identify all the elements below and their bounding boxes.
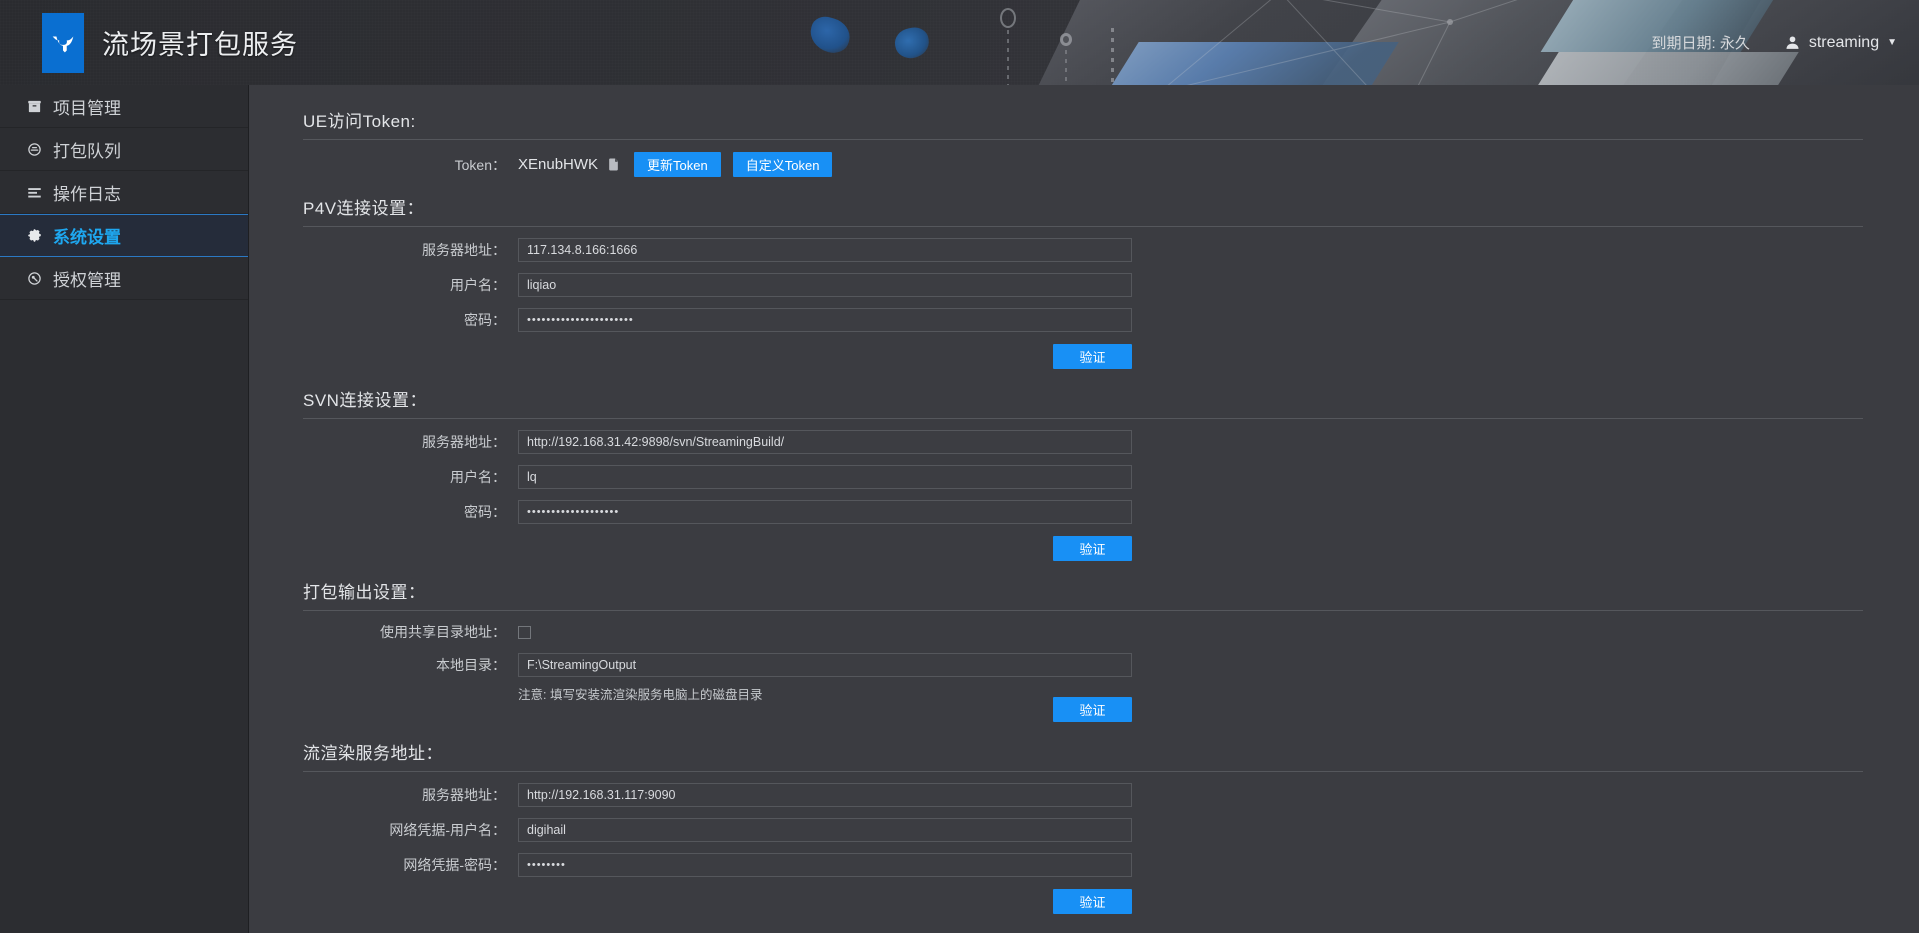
token-value: XEnubHWK (518, 156, 599, 173)
header-ring-1 (1000, 8, 1016, 28)
p4v-username-input[interactable] (518, 273, 1132, 297)
svn-verify-button[interactable]: 验证 (1053, 536, 1132, 561)
sidebar-item-label: 项目管理 (53, 99, 121, 118)
header-dotted-line-3 (1111, 28, 1114, 85)
render-server-label: 服务器地址： (422, 787, 506, 803)
p4v-section-title: P4V连接设置： (303, 194, 1863, 227)
ue-token-section-title: UE访问Token: (303, 107, 1863, 140)
svn-username-input[interactable] (518, 465, 1132, 489)
render-verify-row: 验证 (303, 889, 1863, 914)
p4v-password-label: 密码： (464, 312, 506, 328)
share-dir-checkbox[interactable] (518, 625, 531, 639)
app-logo (42, 12, 84, 73)
render-password-row: 网络凭据-密码： (303, 853, 1863, 877)
svn-server-label: 服务器地址： (422, 434, 506, 450)
user-icon (1784, 34, 1801, 51)
header-blue-blob-2 (892, 25, 932, 61)
token-row: Token： XEnubHWK 更新Token 自定义Token (303, 152, 1863, 177)
p4v-verify-button[interactable]: 验证 (1053, 344, 1132, 369)
sidebar-item-label: 打包队列 (53, 142, 121, 161)
render-verify-button[interactable]: 验证 (1053, 889, 1132, 914)
sidebar-item-operation-log[interactable]: 操作日志 (0, 171, 248, 214)
svn-password-label: 密码： (464, 504, 506, 520)
output-verify-button[interactable]: 验证 (1053, 697, 1132, 722)
sidebar-item-project-management[interactable]: 项目管理 (0, 85, 248, 128)
render-server-input[interactable] (518, 783, 1132, 807)
header-dotted-line-1 (1007, 30, 1009, 85)
sidebar-item-label: 操作日志 (53, 185, 121, 204)
queue-icon (26, 141, 43, 158)
key-circle-icon (26, 270, 43, 287)
header-blue-blob-1 (806, 13, 854, 57)
sidebar-item-label: 系统设置 (53, 228, 121, 247)
expiry-date-label: 到期日期: 永久 (1651, 35, 1750, 52)
gear-icon (26, 227, 43, 244)
token-label: Token： (454, 156, 506, 173)
p4v-server-input[interactable] (518, 238, 1132, 262)
p4v-server-label: 服务器地址： (422, 242, 506, 258)
settings-content: UE访问Token: Token： XEnubHWK 更新Token 自定义To… (249, 85, 1919, 933)
render-server-row: 服务器地址： (303, 783, 1863, 807)
svn-password-input[interactable] (518, 500, 1132, 524)
output-verify-row: 验证 (303, 697, 1863, 722)
share-dir-row: 使用共享目录地址： (303, 622, 1863, 642)
chevron-down-icon: ▼ (1887, 37, 1897, 48)
local-dir-input[interactable] (518, 653, 1132, 677)
p4v-password-input[interactable] (518, 308, 1132, 332)
archive-icon (26, 98, 43, 115)
p4v-username-row: 用户名： (303, 273, 1863, 297)
header-ring-2 (1060, 33, 1072, 46)
user-name-label: streaming (1808, 33, 1880, 51)
render-username-label: 网络凭据-用户名： (389, 822, 506, 838)
svn-username-label: 用户名： (450, 469, 506, 485)
app-title: 流场景打包服务 (102, 30, 298, 60)
svn-server-row: 服务器地址： (303, 430, 1863, 454)
local-dir-label: 本地目录： (436, 657, 506, 673)
render-username-input[interactable] (518, 818, 1132, 842)
p4v-server-row: 服务器地址： (303, 238, 1863, 262)
output-section-title: 打包输出设置： (303, 578, 1863, 611)
sidebar-item-build-queue[interactable]: 打包队列 (0, 128, 248, 171)
render-password-input[interactable] (518, 853, 1132, 877)
sidebar-item-label: 授权管理 (53, 271, 121, 290)
share-dir-label: 使用共享目录地址： (380, 624, 506, 640)
svn-verify-row: 验证 (303, 536, 1863, 561)
svn-password-row: 密码： (303, 500, 1863, 524)
copy-icon[interactable] (607, 157, 620, 172)
header-wireframe-lines (1167, 0, 1518, 85)
svn-section-title: SVN连接设置： (303, 386, 1863, 419)
render-username-row: 网络凭据-用户名： (303, 818, 1863, 842)
local-dir-row: 本地目录： (303, 653, 1863, 677)
p4v-verify-row: 验证 (303, 344, 1863, 369)
svn-username-row: 用户名： (303, 465, 1863, 489)
shield-emblem-icon (52, 35, 74, 52)
sidebar-item-license-management[interactable]: 授权管理 (0, 257, 248, 300)
user-menu[interactable]: streaming ▼ (1784, 34, 1897, 52)
sidebar-nav: 项目管理 打包队列 操作日志 系统设置 授权管理 (0, 85, 249, 933)
header-dotted-line-2 (1065, 50, 1067, 85)
refresh-token-button[interactable]: 更新Token (634, 152, 721, 177)
svn-server-input[interactable] (518, 430, 1132, 454)
p4v-password-row: 密码： (303, 308, 1863, 332)
app-header: 流场景打包服务 到期日期: 永久 streaming ▼ (0, 0, 1919, 85)
render-password-label: 网络凭据-密码： (403, 857, 506, 873)
sidebar-item-system-settings[interactable]: 系统设置 (0, 214, 248, 257)
render-section-title: 流渲染服务地址： (303, 739, 1863, 772)
log-lines-icon (26, 184, 43, 201)
p4v-username-label: 用户名： (450, 277, 506, 293)
custom-token-button[interactable]: 自定义Token (732, 152, 833, 177)
